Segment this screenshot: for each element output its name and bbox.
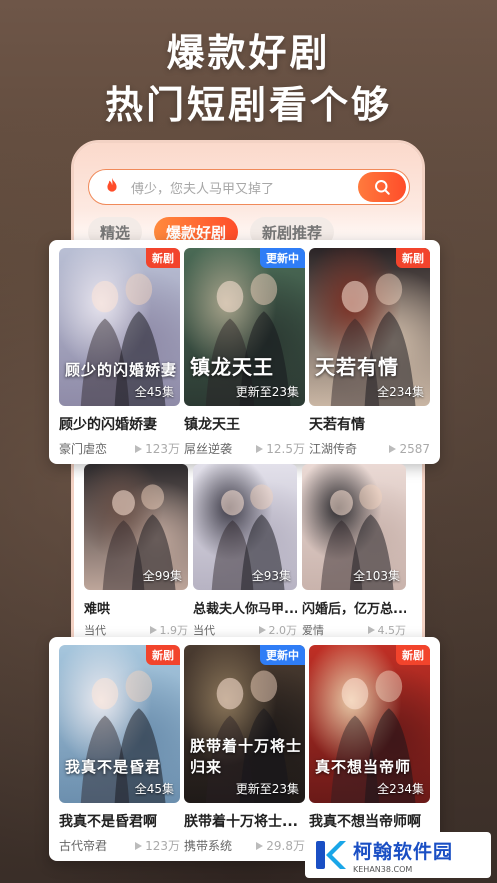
drama-poster[interactable]: 全93集 <box>193 464 297 590</box>
view-count: 4.5万 <box>367 622 406 638</box>
view-count: 12.5万 <box>256 440 305 457</box>
drama-card[interactable]: 朕带着十万将士归来 更新中更新至23集朕带着十万将士... 携带系统 29.8万 <box>184 645 305 854</box>
drama-card[interactable]: 全103集闪婚后，亿万总... 爱情 4.5万 <box>302 464 406 638</box>
drama-card[interactable]: 天若有情 新剧 全234集 天若有情 江湖传奇 2587 <box>309 248 430 457</box>
view-count: 123万 <box>135 440 180 457</box>
genre-tag: 豪门虐恋 <box>59 442 108 456</box>
drama-title[interactable]: 顾少的闪婚娇妻 <box>59 414 180 434</box>
episode-count: 全234集 <box>377 385 424 399</box>
drama-card[interactable]: 顾少的闪婚娇妻 新剧 全45集 顾少的闪婚娇妻 豪门虐恋 123万 <box>59 248 180 457</box>
drama-poster[interactable]: 全103集 <box>302 464 406 590</box>
drama-title[interactable]: 天若有情 <box>309 414 430 434</box>
drama-poster[interactable]: 朕带着十万将士归来 更新中更新至23集 <box>184 645 305 803</box>
play-icon <box>135 841 143 850</box>
drama-poster[interactable]: 镇龙天王 更新中更新至23集 <box>184 248 305 406</box>
genre-tag: 当代 <box>193 624 215 637</box>
genre-tag: 古代帝君 <box>59 839 108 853</box>
flame-icon <box>107 177 117 192</box>
drama-card[interactable]: 镇龙天王 更新中 更新至23集 镇龙天王 屌丝逆袭 12.5万 <box>184 248 305 457</box>
episode-count: 全45集 <box>134 385 174 399</box>
headline-line2: 热门短剧看个够 <box>104 83 392 127</box>
drama-title[interactable]: 我真不想当帝师啊 <box>309 811 430 831</box>
drama-meta: 当代 2.0万 <box>193 622 297 638</box>
drama-poster[interactable]: 天若有情 新剧全234集 <box>309 248 430 406</box>
search-button[interactable] <box>358 172 406 202</box>
drama-title[interactable]: 难哄 <box>84 598 188 617</box>
drama-row-1: 顾少的闪婚娇妻 新剧 全45集 顾少的闪婚娇妻 豪门虐恋 123万 镇龙天王 更新中 更新至2… <box>49 240 440 464</box>
status-badge: 新剧 <box>146 248 180 268</box>
drama-title[interactable]: 朕带着十万将士... <box>184 811 305 831</box>
drama-meta: 携带系统 29.8万 <box>184 837 305 854</box>
genre-tag: 江湖传奇 <box>309 442 358 456</box>
headline-line1: 爆款好剧 <box>166 31 331 75</box>
drama-meta: 屌丝逆袭 12.5万 <box>184 440 305 457</box>
view-count: 29.8万 <box>256 837 305 854</box>
play-icon <box>258 626 266 634</box>
search-bar[interactable]: 傅少，您夫人马甲又掉了 <box>88 169 410 205</box>
poster-title-art: 天若有情 <box>315 355 399 379</box>
drama-row-2: 全99集 难哄 当代 1.9万 全93集 总裁夫人你马甲... 当代 2.0万 全103集闪… <box>84 462 414 637</box>
drama-title[interactable]: 镇龙天王 <box>184 414 305 434</box>
drama-title[interactable]: 闪婚后，亿万总... <box>302 598 406 617</box>
drama-row-3: 我真不是昏君 新剧全45集我真不是昏君啊古代帝君 123万 朕带着十万将士归来 更新中… <box>49 637 440 861</box>
watermark-url: KEHAN38.COM <box>353 864 413 874</box>
episode-count: 更新至23集 <box>235 385 299 399</box>
play-icon <box>367 626 375 634</box>
episode-count: 更新至23集 <box>235 782 299 796</box>
genre-tag: 爱情 <box>302 624 324 637</box>
play-icon <box>256 841 264 850</box>
kehan-logo-icon <box>316 841 346 869</box>
drama-meta: 豪门虐恋 123万 <box>59 440 180 457</box>
poster-title-art: 真不想当帝师 <box>315 758 412 776</box>
drama-meta: 爱情 4.5万 <box>302 622 406 638</box>
drama-card[interactable]: 全93集总裁夫人你马甲... 当代 2.0万 <box>193 464 297 638</box>
search-input[interactable]: 傅少，您夫人马甲又掉了 <box>131 178 358 197</box>
drama-poster[interactable]: 顾少的闪婚娇妻 新剧全45集 <box>59 248 180 406</box>
episode-count: 全45集 <box>134 782 174 796</box>
episode-count: 全234集 <box>377 782 424 796</box>
watermark: 柯翰软件园 KEHAN38.COM <box>305 832 491 878</box>
status-badge: 更新中 <box>260 248 305 268</box>
play-icon <box>135 444 143 453</box>
genre-tag: 携带系统 <box>184 839 233 853</box>
episode-count: 全99集 <box>142 569 182 583</box>
drama-card[interactable]: 真不想当帝师 新剧全234集我真不想当帝师啊 <box>309 645 430 837</box>
drama-meta: 古代帝君 123万 <box>59 837 180 854</box>
drama-card[interactable]: 全99集难哄当代 1.9万 <box>84 464 188 638</box>
watermark-text: 柯翰软件园 <box>353 840 454 863</box>
drama-meta: 江湖传奇 2587 <box>309 440 430 457</box>
drama-meta: 当代 1.9万 <box>84 622 188 638</box>
status-badge: 新剧 <box>396 645 430 665</box>
play-icon <box>389 444 397 453</box>
poster-title-art: 朕带着十万将士归来 <box>190 737 303 776</box>
status-badge: 新剧 <box>146 645 180 665</box>
drama-poster[interactable]: 真不想当帝师 新剧全234集 <box>309 645 430 803</box>
genre-tag: 当代 <box>84 624 106 637</box>
drama-card[interactable]: 我真不是昏君 新剧全45集我真不是昏君啊古代帝君 123万 <box>59 645 180 854</box>
episode-count: 全103集 <box>353 569 400 583</box>
view-count: 2.0万 <box>258 622 297 638</box>
drama-poster[interactable]: 全99集 <box>84 464 188 590</box>
genre-tag: 屌丝逆袭 <box>184 442 233 456</box>
drama-title[interactable]: 总裁夫人你马甲... <box>193 598 297 617</box>
play-icon <box>256 444 264 453</box>
episode-count: 全93集 <box>251 569 291 583</box>
view-count: 1.9万 <box>149 622 188 638</box>
poster-title-art: 我真不是昏君 <box>65 758 162 776</box>
drama-poster[interactable]: 我真不是昏君 新剧全45集 <box>59 645 180 803</box>
poster-title-art: 镇龙天王 <box>190 355 274 379</box>
status-badge: 新剧 <box>396 248 430 268</box>
poster-title-art: 顾少的闪婚娇妻 <box>65 361 178 379</box>
view-count: 123万 <box>135 837 180 854</box>
drama-title[interactable]: 我真不是昏君啊 <box>59 811 180 831</box>
play-icon <box>149 626 157 634</box>
view-count: 2587 <box>389 440 430 457</box>
search-icon <box>375 180 390 195</box>
status-badge: 更新中 <box>260 645 305 665</box>
